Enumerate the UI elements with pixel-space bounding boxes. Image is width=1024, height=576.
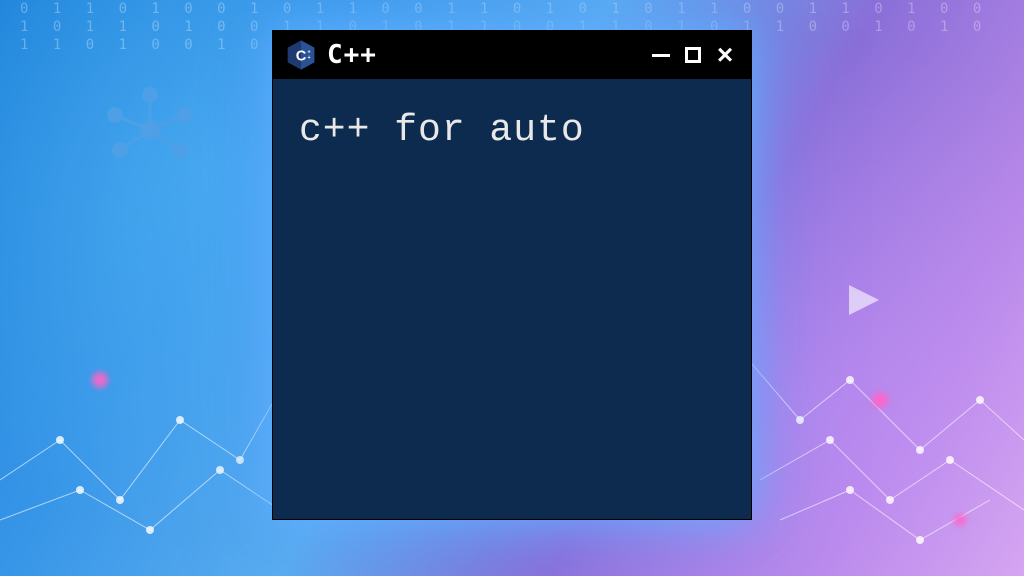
close-button[interactable]: × (711, 41, 739, 69)
maximize-button[interactable] (679, 41, 707, 69)
window-title: C++ (327, 40, 637, 70)
close-icon: × (717, 41, 733, 69)
window-controls: × (647, 41, 739, 69)
svg-text:+: + (307, 55, 310, 61)
minimize-icon (652, 54, 670, 57)
maximize-icon (685, 47, 701, 63)
titlebar[interactable]: C + + C++ × (273, 31, 751, 79)
cpp-logo-icon: C + + (285, 39, 317, 71)
minimize-button[interactable] (647, 41, 675, 69)
application-window: C + + C++ × c++ for auto (272, 30, 752, 520)
play-arrow-decoration (844, 280, 884, 333)
window-content: c++ for auto (273, 79, 751, 182)
molecule-decoration (100, 80, 200, 180)
content-text: c++ for auto (299, 109, 585, 152)
svg-text:C: C (296, 48, 307, 64)
